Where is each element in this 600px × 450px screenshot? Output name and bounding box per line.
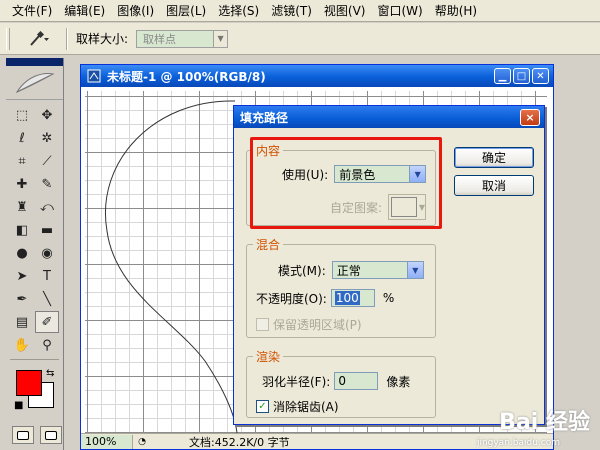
document-window-buttons: ▁ □ ✕	[494, 68, 549, 84]
pen-tool-icon[interactable]: ✒	[10, 288, 34, 310]
dialog-title: 填充路径	[240, 110, 289, 125]
toolbox: ⬚ ✥ ℓ ✲ ⌗ ⟋ ✚ ✎ ♜ ⤺ ◧ ▬ ● ◉ ➤ T ✒ ╲ ▤ ✐ …	[6, 58, 64, 450]
baidu-watermark-url: jingyan.baidu.com	[476, 438, 560, 448]
antialias-checkbox[interactable]: ✓	[256, 400, 269, 413]
clone-stamp-tool-icon[interactable]: ♜	[10, 196, 34, 218]
status-menu-icon[interactable]: ◔	[135, 435, 149, 449]
slice-tool-icon[interactable]: ⟋	[35, 150, 59, 172]
eyedropper-tool-icon[interactable]: ✐	[35, 311, 59, 333]
swap-colors-icon[interactable]: ⇆	[46, 368, 54, 379]
feather-radius-input[interactable]: 0	[334, 372, 379, 390]
maximize-icon[interactable]: □	[513, 68, 530, 84]
ok-button[interactable]: 确定	[454, 147, 534, 168]
color-swatches: ⇆ ■	[6, 366, 63, 416]
menu-layer[interactable]: 图层(L)	[160, 0, 212, 22]
magic-wand-tool-icon[interactable]: ✲	[35, 127, 59, 149]
blur-tool-icon[interactable]: ●	[10, 242, 34, 264]
mode-label: 模式(M):	[278, 263, 326, 278]
gradient-tool-icon[interactable]: ▬	[35, 219, 59, 241]
brush-tool-icon[interactable]: ✎	[35, 173, 59, 195]
menu-edit[interactable]: 编辑(E)	[58, 0, 111, 22]
zoom-tool-icon[interactable]: ⚲	[35, 334, 59, 356]
options-separator	[66, 27, 68, 50]
close-icon[interactable]: ×	[520, 109, 540, 126]
default-colors-icon[interactable]: ■	[14, 400, 23, 411]
toolbox-divider	[10, 359, 59, 360]
annotation-highlight-box	[250, 137, 442, 229]
eyedropper-icon	[30, 30, 49, 46]
tool-grid: ⬚ ✥ ℓ ✲ ⌗ ⟋ ✚ ✎ ♜ ⤺ ◧ ▬ ● ◉ ➤ T ✒ ╲ ▤ ✐ …	[6, 100, 63, 356]
preserve-transparency-label: 保留透明区域(P)	[273, 318, 362, 332]
menu-view[interactable]: 视图(V)	[318, 0, 372, 22]
close-icon[interactable]: ✕	[532, 68, 549, 84]
line-tool-icon[interactable]: ╲	[35, 288, 59, 310]
zoom-field[interactable]: 100%	[81, 434, 133, 449]
menu-image[interactable]: 图像(I)	[111, 0, 160, 22]
eraser-tool-icon[interactable]: ◧	[10, 219, 34, 241]
document-title-bar[interactable]: 未标题-1 @ 100%(RGB/8)	[81, 65, 553, 87]
menu-filter[interactable]: 滤镜(T)	[265, 0, 318, 22]
marquee-tool-icon[interactable]: ⬚	[10, 104, 34, 126]
preserve-transparency-checkbox[interactable]	[256, 318, 269, 331]
sample-size-label: 取样大小:	[76, 32, 129, 46]
feather-radius-label: 羽化半径(F):	[262, 374, 331, 389]
move-tool-icon[interactable]: ✥	[35, 104, 59, 126]
toolbox-header[interactable]	[6, 58, 63, 66]
chevron-down-icon: ▼	[213, 30, 228, 47]
path-selection-tool-icon[interactable]: ➤	[10, 265, 34, 287]
menu-help[interactable]: 帮助(H)	[429, 0, 483, 22]
tool-preset-picker[interactable]	[20, 27, 58, 51]
foreground-color-swatch[interactable]	[16, 370, 42, 396]
feather-logo[interactable]	[6, 66, 63, 100]
document-info: 文档:452.2K/0 字节	[189, 435, 290, 449]
sample-size-select[interactable]: 取样点 ▼	[136, 29, 229, 48]
opacity-value: 100	[334, 291, 360, 305]
quick-mask-mode-button[interactable]	[40, 426, 62, 444]
feather-icon	[15, 72, 55, 93]
standard-mode-button[interactable]	[12, 426, 34, 444]
blend-group-legend: 混合	[256, 238, 281, 252]
minimize-icon[interactable]: ▁	[494, 68, 511, 84]
healing-brush-tool-icon[interactable]: ✚	[10, 173, 34, 195]
menu-bar: 文件(F) 编辑(E) 图像(I) 图层(L) 选择(S) 滤镜(T) 视图(V…	[0, 0, 600, 22]
feather-radius-value: 0	[338, 374, 346, 388]
baidu-watermark: Bai 经验	[499, 410, 590, 435]
cancel-button[interactable]: 取消	[454, 175, 534, 196]
history-brush-tool-icon[interactable]: ⤺	[35, 196, 59, 218]
crop-tool-icon[interactable]: ⌗	[10, 150, 34, 172]
options-bar-grip[interactable]	[6, 27, 10, 50]
mode-select[interactable]: 正常 ▼	[331, 261, 424, 279]
dialog-title-bar[interactable]: 填充路径	[234, 106, 544, 128]
dodge-tool-icon[interactable]: ◉	[35, 242, 59, 264]
opacity-label: 不透明度(O):	[256, 291, 327, 306]
feather-radius-unit: 像素	[386, 374, 411, 389]
type-tool-icon[interactable]: T	[35, 265, 59, 287]
menu-select[interactable]: 选择(S)	[212, 0, 265, 22]
notes-tool-icon[interactable]: ▤	[10, 311, 34, 333]
mode-value: 正常	[336, 263, 361, 278]
mask-modes	[6, 426, 63, 444]
opacity-unit: %	[382, 291, 395, 305]
render-group-legend: 渲染	[256, 350, 281, 364]
sample-size-value: 取样点	[143, 32, 177, 46]
chevron-down-icon: ▼	[406, 262, 423, 278]
options-bar: 取样大小: 取样点 ▼	[0, 23, 600, 55]
lasso-tool-icon[interactable]: ℓ	[10, 127, 34, 149]
menu-window[interactable]: 窗口(W)	[371, 0, 428, 22]
opacity-input[interactable]: 100	[330, 289, 375, 307]
hand-tool-icon[interactable]: ✋	[10, 334, 34, 356]
menu-file[interactable]: 文件(F)	[6, 0, 58, 22]
photoshop-document-icon	[87, 69, 101, 83]
document-title: 未标题-1 @ 100%(RGB/8)	[107, 69, 266, 84]
antialias-label: 消除锯齿(A)	[273, 400, 339, 414]
